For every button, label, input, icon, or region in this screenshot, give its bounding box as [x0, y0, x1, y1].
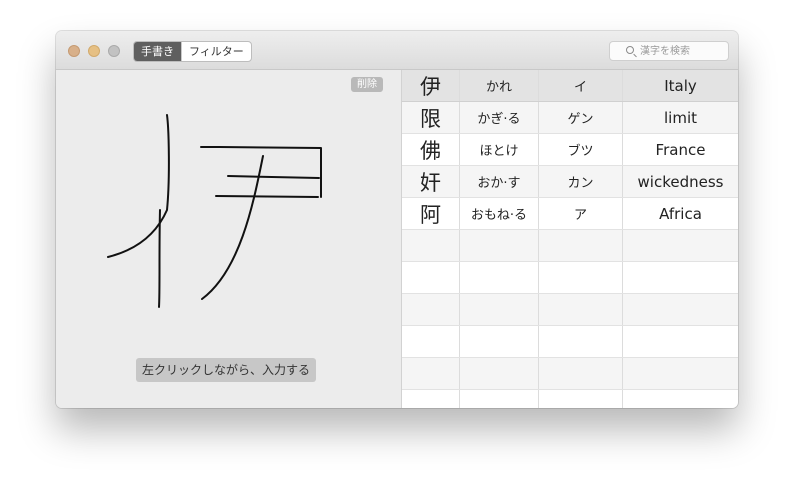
kun-reading-cell: おもね·る [460, 198, 539, 229]
kanji-cell [402, 390, 460, 408]
empty-row [402, 230, 738, 262]
kanji-cell [402, 262, 460, 293]
meaning-cell [623, 390, 738, 408]
meaning-cell: Africa [659, 204, 702, 223]
tab-handwriting[interactable]: 手書き [134, 42, 181, 61]
input-hint-button[interactable]: 左クリックしながら、入力する [136, 358, 317, 382]
kun-reading-cell [460, 262, 539, 293]
meaning-cell [623, 230, 738, 261]
on-reading-cell: ゲン [539, 102, 623, 133]
kanji-cell [402, 358, 460, 389]
result-row[interactable]: 奸おか·す カン wickedness [402, 166, 738, 198]
on-reading-cell [539, 326, 623, 357]
meaning-cell [623, 294, 738, 325]
on-reading-cell [539, 262, 623, 293]
result-row[interactable]: 限かぎ·る ゲン limit [402, 102, 738, 134]
kun-reading-cell: かれ [460, 70, 539, 101]
kanji-cell: 伊 [402, 70, 460, 101]
search-box[interactable] [609, 41, 729, 61]
on-reading-cell: ア [539, 198, 623, 229]
kun-reading-cell: かぎ·る [460, 102, 539, 133]
stroke-2 [158, 209, 161, 308]
search-input[interactable] [640, 42, 726, 60]
meaning-cell: limit [664, 108, 697, 127]
close-window-button[interactable] [68, 45, 80, 57]
empty-row [402, 358, 738, 390]
title-bar: 手書き フィルター [56, 31, 738, 70]
empty-row [402, 294, 738, 326]
result-row[interactable]: 佛ほとけ ブツ France [402, 134, 738, 166]
kun-reading-cell [460, 390, 539, 408]
kanji-cell: 奸 [402, 166, 460, 197]
kun-reading-cell [460, 358, 539, 389]
minimize-window-button[interactable] [88, 45, 100, 57]
meaning-cell [623, 262, 738, 293]
kanji-cell: 限 [402, 102, 460, 133]
empty-row [402, 326, 738, 358]
meaning-cell: Italy [664, 76, 697, 95]
on-reading-cell: ブツ [539, 134, 623, 165]
handwriting-canvas[interactable]: 削除 左クリックしながら、入力する [56, 70, 402, 408]
empty-row [402, 262, 738, 294]
app-window: 手書き フィルター 削除 左クリックしながら、入力する 伊かれイ Italy 限かぎ… [56, 31, 738, 408]
delete-button[interactable]: 削除 [351, 77, 383, 92]
result-row[interactable]: 伊かれイ Italy [402, 70, 738, 102]
meaning-cell [623, 358, 738, 389]
kanji-cell [402, 294, 460, 325]
mode-segmented-control: 手書き フィルター [133, 41, 252, 62]
zoom-window-button[interactable] [108, 45, 120, 57]
kanji-cell [402, 230, 460, 261]
stroke-5 [215, 195, 319, 198]
kanji-cell [402, 326, 460, 357]
meaning-cell: wickedness [637, 172, 724, 191]
on-reading-cell [539, 230, 623, 261]
on-reading-cell [539, 358, 623, 389]
kun-reading-cell: ほとけ [460, 134, 539, 165]
result-row[interactable]: 阿おもね·るア Africa [402, 198, 738, 230]
kun-reading-cell [460, 230, 539, 261]
results-table: 伊かれイ Italy 限かぎ·る ゲン limit 佛ほとけ ブツ France 奸おか·す カン… [402, 70, 738, 408]
kun-reading-cell [460, 326, 539, 357]
kun-reading-cell [460, 294, 539, 325]
tab-filter[interactable]: フィルター [181, 42, 251, 61]
stroke-3 [200, 146, 322, 198]
kanji-cell: 佛 [402, 134, 460, 165]
stroke-4 [227, 175, 320, 179]
on-reading-cell: イ [539, 70, 623, 101]
kanji-cell: 阿 [402, 198, 460, 229]
on-reading-cell [539, 390, 623, 408]
search-icon [626, 46, 634, 54]
empty-row [402, 390, 738, 408]
meaning-cell [623, 326, 738, 357]
meaning-cell: France [655, 140, 706, 159]
kun-reading-cell: おか·す [460, 166, 539, 197]
on-reading-cell [539, 294, 623, 325]
on-reading-cell: カン [539, 166, 623, 197]
